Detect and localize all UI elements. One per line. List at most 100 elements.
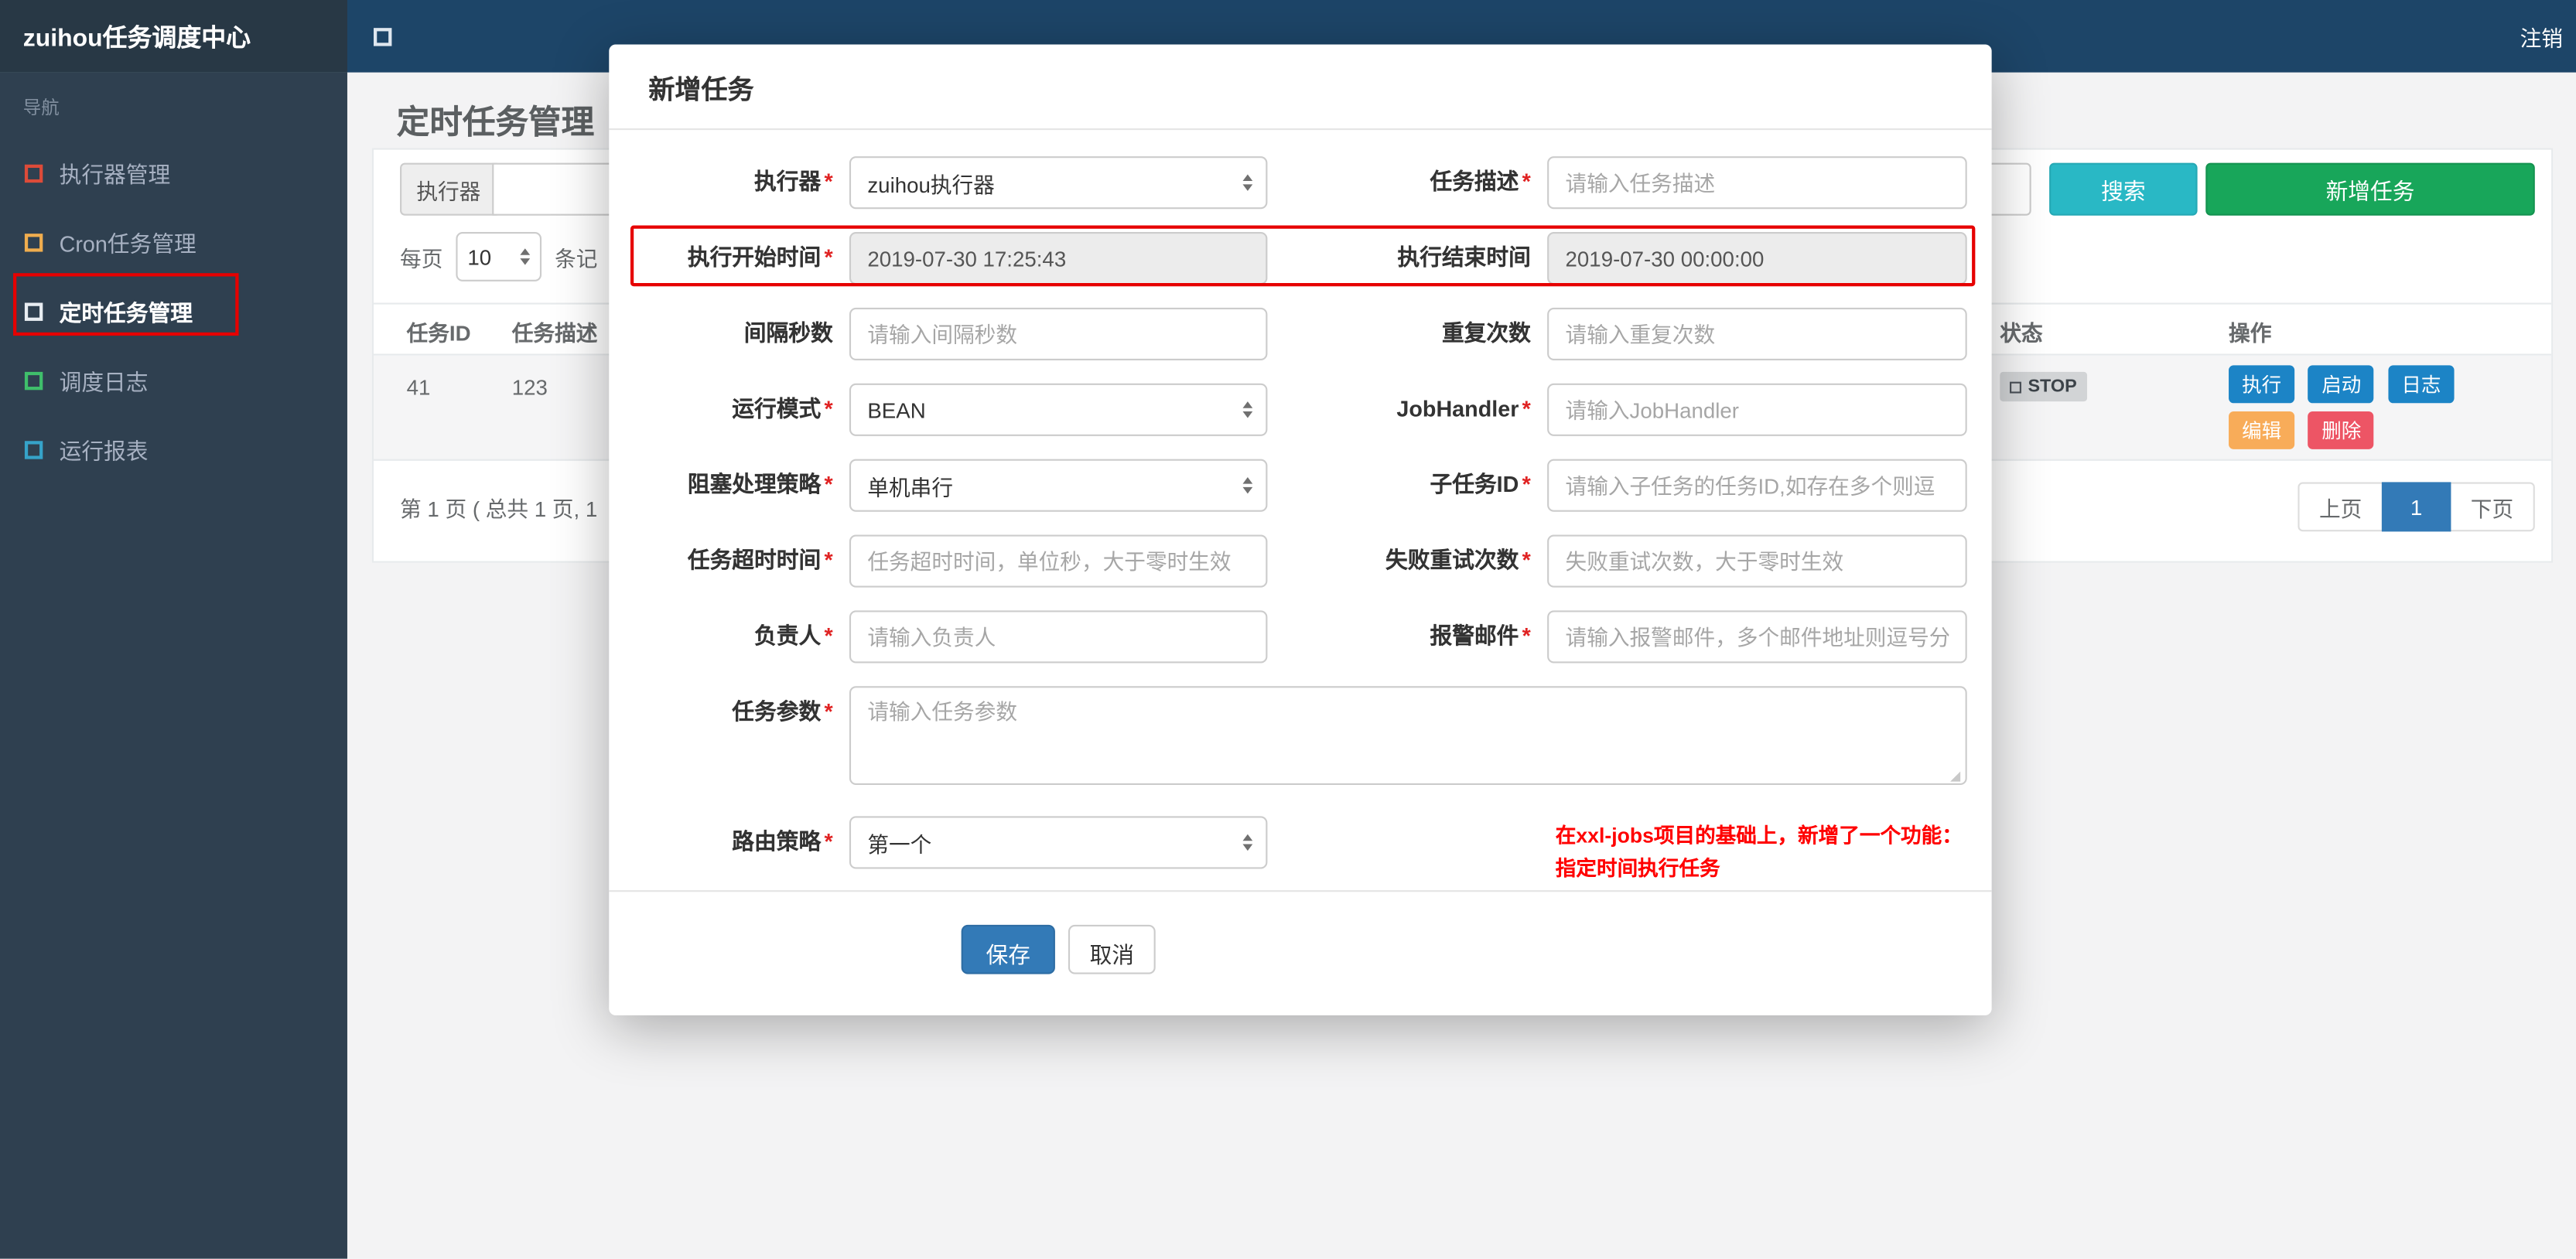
sidebar-item-dispatch-log[interactable]: 调度日志 <box>0 346 347 415</box>
form-row: 任务超时时间* 失败重试次数* <box>609 534 1991 588</box>
retry-count-label: 失败重试次数 * <box>1385 548 1531 573</box>
start-time-label: 执行开始时间 * <box>687 245 833 270</box>
log-button[interactable]: 日志 <box>2388 365 2455 404</box>
alarm-email-label: 报警邮件 * <box>1430 623 1531 649</box>
per-page-select[interactable]: 10 <box>456 232 542 281</box>
block-strategy-select[interactable]: 单机串行 <box>849 459 1268 512</box>
select-stepper-icon <box>1242 477 1253 494</box>
route-strategy-select[interactable]: 第一个 <box>849 816 1268 869</box>
app-root: zuihou任务调度中心 注销 导航 执行器管理 Cron任务管理 定时任务管理… <box>0 0 2576 1259</box>
cell-job-desc: 123 <box>511 375 548 401</box>
next-page-button[interactable]: 下页 <box>2449 482 2535 532</box>
executor-manage-icon <box>24 163 43 183</box>
form-row: 执行器 * zuihou执行器 任务描述 * <box>609 156 1991 210</box>
page-title: 定时任务管理 <box>396 105 595 142</box>
form-row: 阻塞处理策略 * 单机串行 子任务ID * <box>609 459 1991 512</box>
owner-input[interactable] <box>849 610 1268 664</box>
feature-note-line1: 在xxl-jobs项目的基础上，新增了一个功能： <box>1555 824 1963 848</box>
col-header-status: 状态 <box>2000 320 2043 346</box>
app-brand: zuihou任务调度中心 <box>0 0 347 73</box>
cancel-button[interactable]: 取消 <box>1068 924 1156 974</box>
sidebar-item-cron-job-manage[interactable]: Cron任务管理 <box>0 207 347 276</box>
search-button[interactable]: 搜索 <box>2049 162 2198 216</box>
job-params-textarea[interactable] <box>849 686 1967 785</box>
feature-note-line2: 指定时间执行任务 <box>1555 857 1720 881</box>
form-row: 间隔秒数 重复次数 <box>609 307 1991 360</box>
run-mode-label: 运行模式 * <box>732 396 833 421</box>
owner-label: 负责人 * <box>754 623 833 649</box>
executor-select-value: zuihou执行器 <box>867 172 995 197</box>
sidebar-item-label: 定时任务管理 <box>59 301 193 326</box>
execute-button[interactable]: 执行 <box>2229 365 2295 404</box>
job-params-label: 任务参数 * <box>732 699 833 725</box>
sidebar-item-executor-manage[interactable]: 执行器管理 <box>0 138 347 207</box>
route-strategy-select-value: 第一个 <box>867 831 932 857</box>
per-page-label-before: 每页 <box>400 246 443 271</box>
status-badge: STOP <box>2000 371 2087 402</box>
interval-label: 间隔秒数 <box>743 320 833 346</box>
cron-job-manage-icon <box>24 233 43 251</box>
per-page-label-after: 条记 <box>555 246 598 271</box>
dispatch-log-icon <box>24 370 43 390</box>
form-row-time: 执行开始时间* 执行结束时间 <box>609 232 1991 285</box>
stop-square-icon <box>2010 380 2021 393</box>
save-button[interactable]: 保存 <box>961 924 1055 974</box>
form-row: 负责人* 报警邮件* <box>609 610 1991 664</box>
select-stepper-icon <box>1242 401 1253 418</box>
pagination-summary: 第 1 页 ( 总共 1 页, 1 <box>400 496 598 522</box>
run-mode-select[interactable]: BEAN <box>849 383 1268 436</box>
run-mode-select-value: BEAN <box>867 397 926 422</box>
edit-button[interactable]: 编辑 <box>2229 411 2295 449</box>
repeat-count-input[interactable] <box>1547 307 1967 360</box>
jobhandler-label: JobHandler * <box>1396 396 1531 421</box>
child-job-label: 子任务ID * <box>1430 472 1531 497</box>
col-header-job-desc: 任务描述 <box>511 320 598 346</box>
retry-count-input[interactable] <box>1547 534 1967 588</box>
run-report-icon <box>24 440 43 459</box>
modal-title: 新增任务 <box>609 44 1992 131</box>
modal-footer: 保存 取消 <box>609 890 1992 974</box>
start-button[interactable]: 启动 <box>2308 365 2375 404</box>
sidebar-item-label: 调度日志 <box>59 370 149 395</box>
menu-toggle-icon[interactable] <box>374 27 392 46</box>
block-strategy-label: 阻塞处理策略 * <box>687 472 833 497</box>
select-stepper-icon <box>520 248 531 265</box>
logout-link[interactable]: 注销 <box>2520 21 2576 52</box>
block-strategy-select-value: 单机串行 <box>867 474 954 500</box>
executor-select[interactable]: zuihou执行器 <box>849 156 1268 210</box>
select-stepper-icon <box>1242 834 1253 851</box>
executor-label: 执行器 * <box>754 169 833 195</box>
end-time-input[interactable] <box>1547 232 1967 285</box>
sidebar-menu: 执行器管理 Cron任务管理 定时任务管理 调度日志 运行报表 <box>0 138 347 484</box>
end-time-label: 执行结束时间 <box>1397 245 1531 270</box>
form-row: 运行模式 * BEAN JobHandler * <box>609 383 1991 436</box>
job-desc-label: 任务描述 * <box>1430 169 1531 195</box>
delete-button[interactable]: 删除 <box>2308 411 2375 449</box>
start-time-input[interactable] <box>849 232 1268 285</box>
sidebar-item-label: 执行器管理 <box>59 162 171 188</box>
alarm-email-input[interactable] <box>1547 610 1967 664</box>
feature-note: 在xxl-jobs项目的基础上，新增了一个功能： 指定时间执行任务 <box>1556 816 1963 885</box>
add-job-modal: 新增任务 执行器 * zuihou执行器 任务描述 * 请输入任务描述 执行开始… <box>609 44 1992 1015</box>
row-operations: 执行 启动 日志 编辑 删除 <box>2229 365 2461 457</box>
sidebar-nav-label: 导航 <box>22 98 60 119</box>
timeout-input[interactable] <box>849 534 1268 588</box>
col-header-job-id: 任务ID <box>406 320 471 346</box>
add-job-button[interactable]: 新增任务 <box>2205 162 2535 216</box>
prev-page-button[interactable]: 上页 <box>2298 482 2384 532</box>
jobhandler-input[interactable] <box>1547 383 1967 436</box>
page-1-button[interactable]: 1 <box>2381 482 2451 532</box>
job-desc-input[interactable] <box>1547 156 1967 210</box>
sidebar-item-timed-job-manage[interactable]: 定时任务管理 <box>0 276 347 345</box>
col-header-operations: 操作 <box>2229 320 2272 346</box>
timed-job-manage-icon <box>24 302 43 320</box>
sidebar-item-label: Cron任务管理 <box>59 232 196 257</box>
sidebar-item-run-report[interactable]: 运行报表 <box>0 415 347 483</box>
child-job-id-input[interactable] <box>1547 459 1967 512</box>
per-page-control: 每页 10 条记 <box>400 232 597 281</box>
select-stepper-icon <box>1242 174 1253 191</box>
pagination: 上页 1 下页 <box>2298 482 2535 532</box>
form-row-route: 路由策略 * 第一个 在xxl-jobs项目的基础上，新增了一个功能： 指定时间执… <box>609 816 1991 885</box>
form-row-params: 任务参数* ◢ <box>609 686 1991 793</box>
interval-seconds-input[interactable] <box>849 307 1268 360</box>
